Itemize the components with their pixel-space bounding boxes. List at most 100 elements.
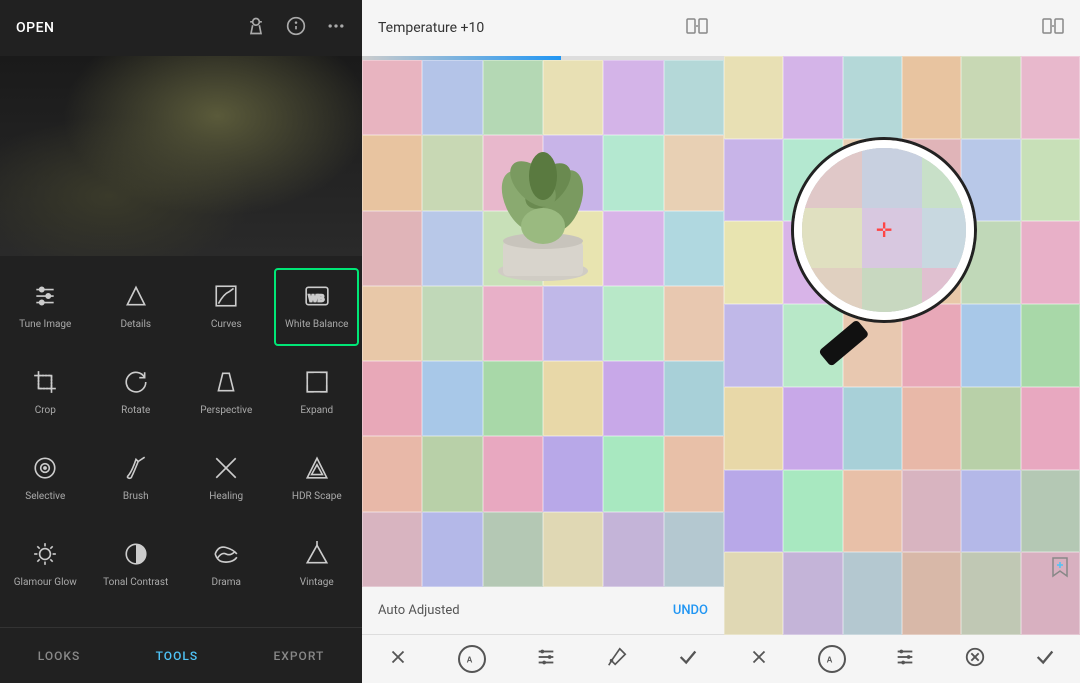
vintage-icon: [304, 541, 330, 572]
tools-row-3: Selective Brush Healing: [0, 436, 362, 522]
right-top-bar: [724, 0, 1080, 56]
tool-tune-image[interactable]: Tune Image: [3, 268, 88, 346]
expand-icon: [304, 369, 330, 400]
tab-tools[interactable]: TOOLS: [140, 641, 214, 671]
svg-text:WB: WB: [308, 293, 324, 304]
confirm-icon[interactable]: [677, 646, 699, 672]
glamour-glow-icon: [32, 541, 58, 572]
right-panel: ✛ A: [724, 0, 1080, 683]
tool-expand[interactable]: Expand: [274, 354, 359, 432]
tools-row-4: Glamour Glow Tonal Contrast: [0, 522, 362, 608]
tool-perspective[interactable]: Perspective: [184, 354, 269, 432]
tool-vintage[interactable]: Vintage: [274, 526, 359, 604]
left-image-preview: [0, 56, 362, 256]
tool-tonal-contrast[interactable]: Tonal Contrast: [93, 526, 178, 604]
right-bottom-bar: A: [724, 635, 1080, 683]
expand-label: Expand: [300, 404, 333, 417]
tools-grid: Tune Image Details Curves: [0, 256, 362, 627]
brush-icon: [123, 455, 149, 486]
brush-label: Brush: [123, 490, 149, 503]
tool-healing[interactable]: Healing: [184, 440, 269, 518]
left-panel: OPEN: [0, 0, 362, 683]
right-confirm-icon[interactable]: [1034, 646, 1056, 672]
tool-curves[interactable]: Curves: [184, 268, 269, 346]
svg-text:A: A: [466, 655, 472, 664]
healing-icon: [213, 455, 239, 486]
eyedropper-icon[interactable]: [606, 646, 628, 672]
selective-label: Selective: [25, 490, 65, 503]
white-balance-label: White Balance: [285, 318, 348, 331]
crop-icon: [32, 369, 58, 400]
vintage-label: Vintage: [300, 576, 334, 589]
tool-details[interactable]: Details: [93, 268, 178, 346]
open-button[interactable]: OPEN: [16, 20, 54, 36]
selective-icon: [32, 455, 58, 486]
tool-rotate[interactable]: Rotate: [93, 354, 178, 432]
tool-black-white[interactable]: Black & White: [274, 612, 359, 627]
sliders-icon[interactable]: [535, 646, 557, 672]
info-icon[interactable]: [286, 16, 306, 41]
temperature-label: Temperature +10: [378, 20, 484, 36]
tonal-contrast-label: Tonal Contrast: [103, 576, 168, 589]
crop-label: Crop: [35, 404, 56, 417]
tune-image-label: Tune Image: [19, 318, 71, 331]
healing-label: Healing: [209, 490, 243, 503]
hdr-scape-label: HDR Scape: [292, 490, 342, 503]
auto-adjusted-text: Auto Adjusted: [378, 603, 460, 618]
drama-icon: [213, 541, 239, 572]
curves-icon: [213, 283, 239, 314]
bookmark-icon[interactable]: [1048, 555, 1072, 583]
more-icon[interactable]: [326, 16, 346, 41]
right-auto-icon[interactable]: A: [818, 645, 846, 673]
header-icons: [246, 16, 346, 41]
center-action-bar: A: [362, 635, 724, 683]
left-header: OPEN: [0, 0, 362, 56]
center-bottom-bar: Auto Adjusted UNDO A: [362, 587, 724, 683]
right-sliders-icon[interactable]: [894, 646, 916, 672]
close-icon[interactable]: [387, 646, 409, 672]
tools-row-5: Grainy Film Retrolux: [0, 608, 362, 627]
drama-label: Drama: [212, 576, 241, 589]
bottom-tabs: LOOKS TOOLS EXPORT: [0, 627, 362, 683]
center-panel: Temperature +10: [362, 0, 724, 683]
perspective-label: Perspective: [200, 404, 252, 417]
right-compare-icon[interactable]: [1042, 18, 1064, 38]
undo-button[interactable]: UNDO: [673, 603, 708, 618]
right-cancel-icon[interactable]: [964, 646, 986, 672]
tool-grainy-film[interactable]: Grainy Film: [3, 612, 88, 627]
details-icon: [123, 283, 149, 314]
tool-brush[interactable]: Brush: [93, 440, 178, 518]
rotate-icon: [123, 369, 149, 400]
tools-row-2: Crop Rotate Perspective: [0, 350, 362, 436]
filter-icon[interactable]: [246, 16, 266, 41]
tune-image-icon: [32, 283, 58, 314]
center-image: [362, 60, 724, 587]
tool-white-balance[interactable]: WB White Balance: [274, 268, 359, 346]
center-top-bar: Temperature +10: [362, 0, 724, 56]
tool-selective[interactable]: Selective: [3, 440, 88, 518]
details-label: Details: [120, 318, 151, 331]
hdr-scape-icon: [304, 455, 330, 486]
rotate-label: Rotate: [121, 404, 150, 417]
svg-text:A: A: [827, 655, 833, 664]
curves-label: Curves: [211, 318, 242, 331]
tool-grunge[interactable]: Grunge: [184, 612, 269, 627]
auto-icon[interactable]: A: [458, 645, 486, 673]
auto-adjusted-bar: Auto Adjusted UNDO: [362, 587, 724, 635]
tool-retrolux[interactable]: Retrolux: [93, 612, 178, 627]
tool-drama[interactable]: Drama: [184, 526, 269, 604]
tab-looks[interactable]: LOOKS: [22, 641, 97, 671]
right-image: ✛: [724, 56, 1080, 635]
tonal-contrast-icon: [123, 541, 149, 572]
perspective-icon: [213, 369, 239, 400]
glamour-glow-label: Glamour Glow: [14, 576, 77, 589]
right-close-icon[interactable]: [748, 646, 770, 672]
tool-hdr-scape[interactable]: HDR Scape: [274, 440, 359, 518]
white-balance-icon: WB: [304, 283, 330, 314]
tab-export[interactable]: EXPORT: [258, 641, 341, 671]
compare-icon[interactable]: [686, 18, 708, 38]
tools-row-1: Tune Image Details Curves: [0, 264, 362, 350]
tool-glamour-glow[interactable]: Glamour Glow: [3, 526, 88, 604]
tool-crop[interactable]: Crop: [3, 354, 88, 432]
crosshair: ✛: [876, 218, 893, 242]
